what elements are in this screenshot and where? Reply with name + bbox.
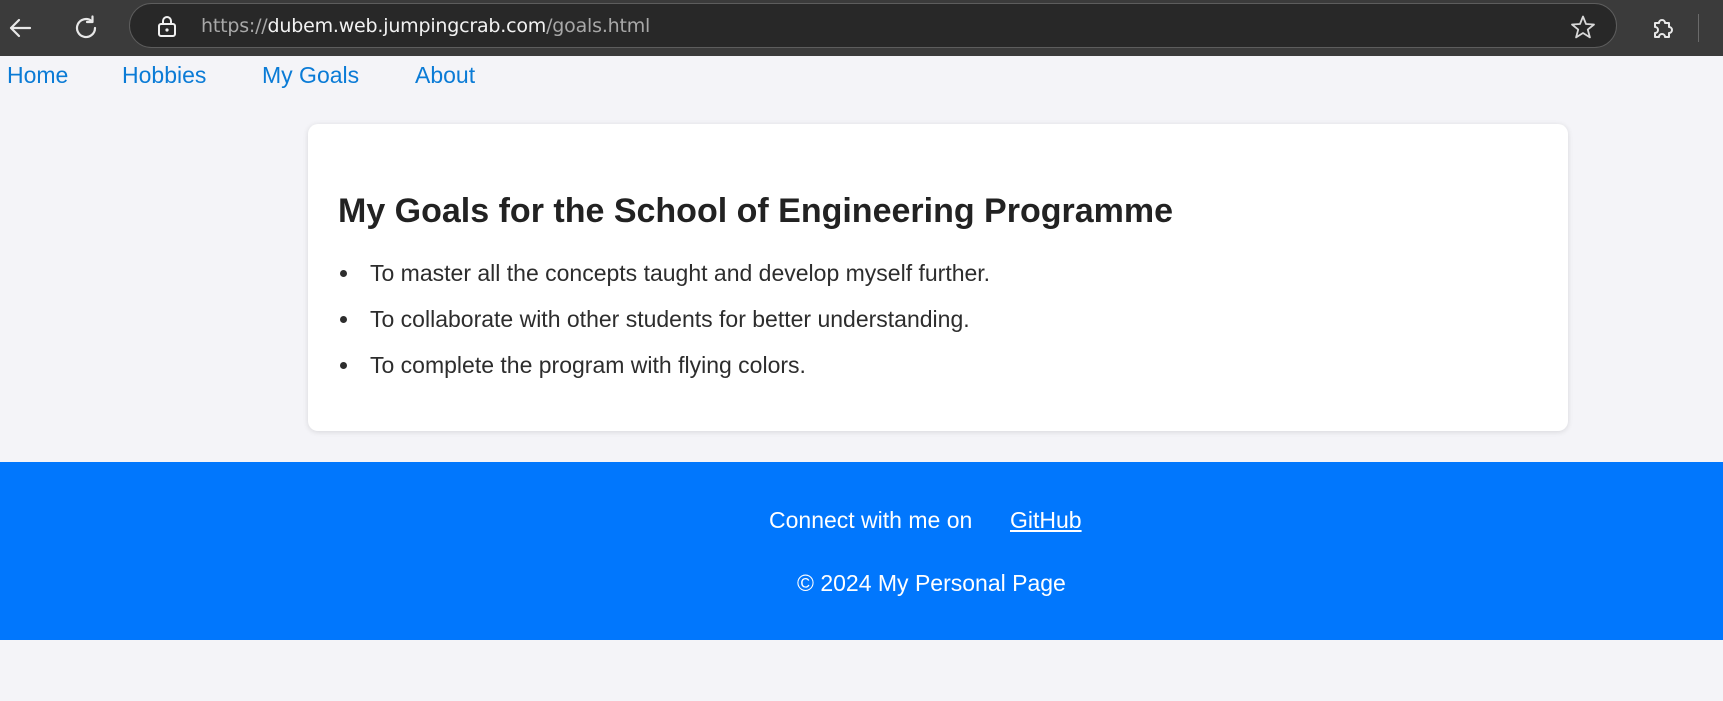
lock-icon[interactable] <box>156 15 178 37</box>
goal-item: To collaborate with other students for b… <box>338 306 990 352</box>
browser-toolbar: https://dubem.web.jumpingcrab.com/goals.… <box>0 0 1723 56</box>
extensions-button[interactable] <box>1643 8 1683 48</box>
reload-button[interactable] <box>66 8 106 48</box>
url-host: dubem.web.jumpingcrab.com <box>267 15 547 37</box>
nav-link-about[interactable]: About <box>415 62 475 89</box>
copyright-text: © 2024 My Personal Page <box>797 570 1066 596</box>
site-footer: Connect with me on GitHub © 2024 My Pers… <box>0 462 1723 640</box>
url-text[interactable]: https://dubem.web.jumpingcrab.com/goals.… <box>201 14 650 38</box>
nav-link-home[interactable]: Home <box>7 62 68 89</box>
bullet-icon <box>340 362 347 369</box>
github-link[interactable]: GitHub <box>1010 507 1082 534</box>
goal-item: To complete the program with flying colo… <box>338 352 990 398</box>
extensions-icon <box>1654 19 1673 38</box>
goal-text: To complete the program with flying colo… <box>370 352 806 378</box>
goal-item: To master all the concepts taught and de… <box>338 260 990 306</box>
back-button[interactable] <box>0 8 40 48</box>
goal-text: To master all the concepts taught and de… <box>370 260 991 286</box>
page-title: My Goals for the School of Engineering P… <box>338 192 1174 230</box>
reload-icon <box>75 15 97 39</box>
bullet-icon <box>340 270 347 277</box>
back-arrow-icon <box>9 18 32 38</box>
goal-text: To collaborate with other students for b… <box>370 306 970 332</box>
address-bar[interactable]: https://dubem.web.jumpingcrab.com/goals.… <box>129 3 1617 48</box>
toolbar-divider <box>1698 14 1699 42</box>
nav-link-hobbies[interactable]: Hobbies <box>122 62 206 89</box>
url-path: /goals.html <box>546 15 651 37</box>
connect-text: Connect with me on <box>769 507 973 533</box>
star-icon[interactable] <box>1570 14 1596 40</box>
goals-card: My Goals for the School of Engineering P… <box>308 124 1568 431</box>
goals-list: To master all the concepts taught and de… <box>338 260 990 398</box>
bullet-icon <box>340 316 347 323</box>
nav-link-my-goals[interactable]: My Goals <box>262 62 359 89</box>
url-scheme: https:// <box>201 15 268 37</box>
